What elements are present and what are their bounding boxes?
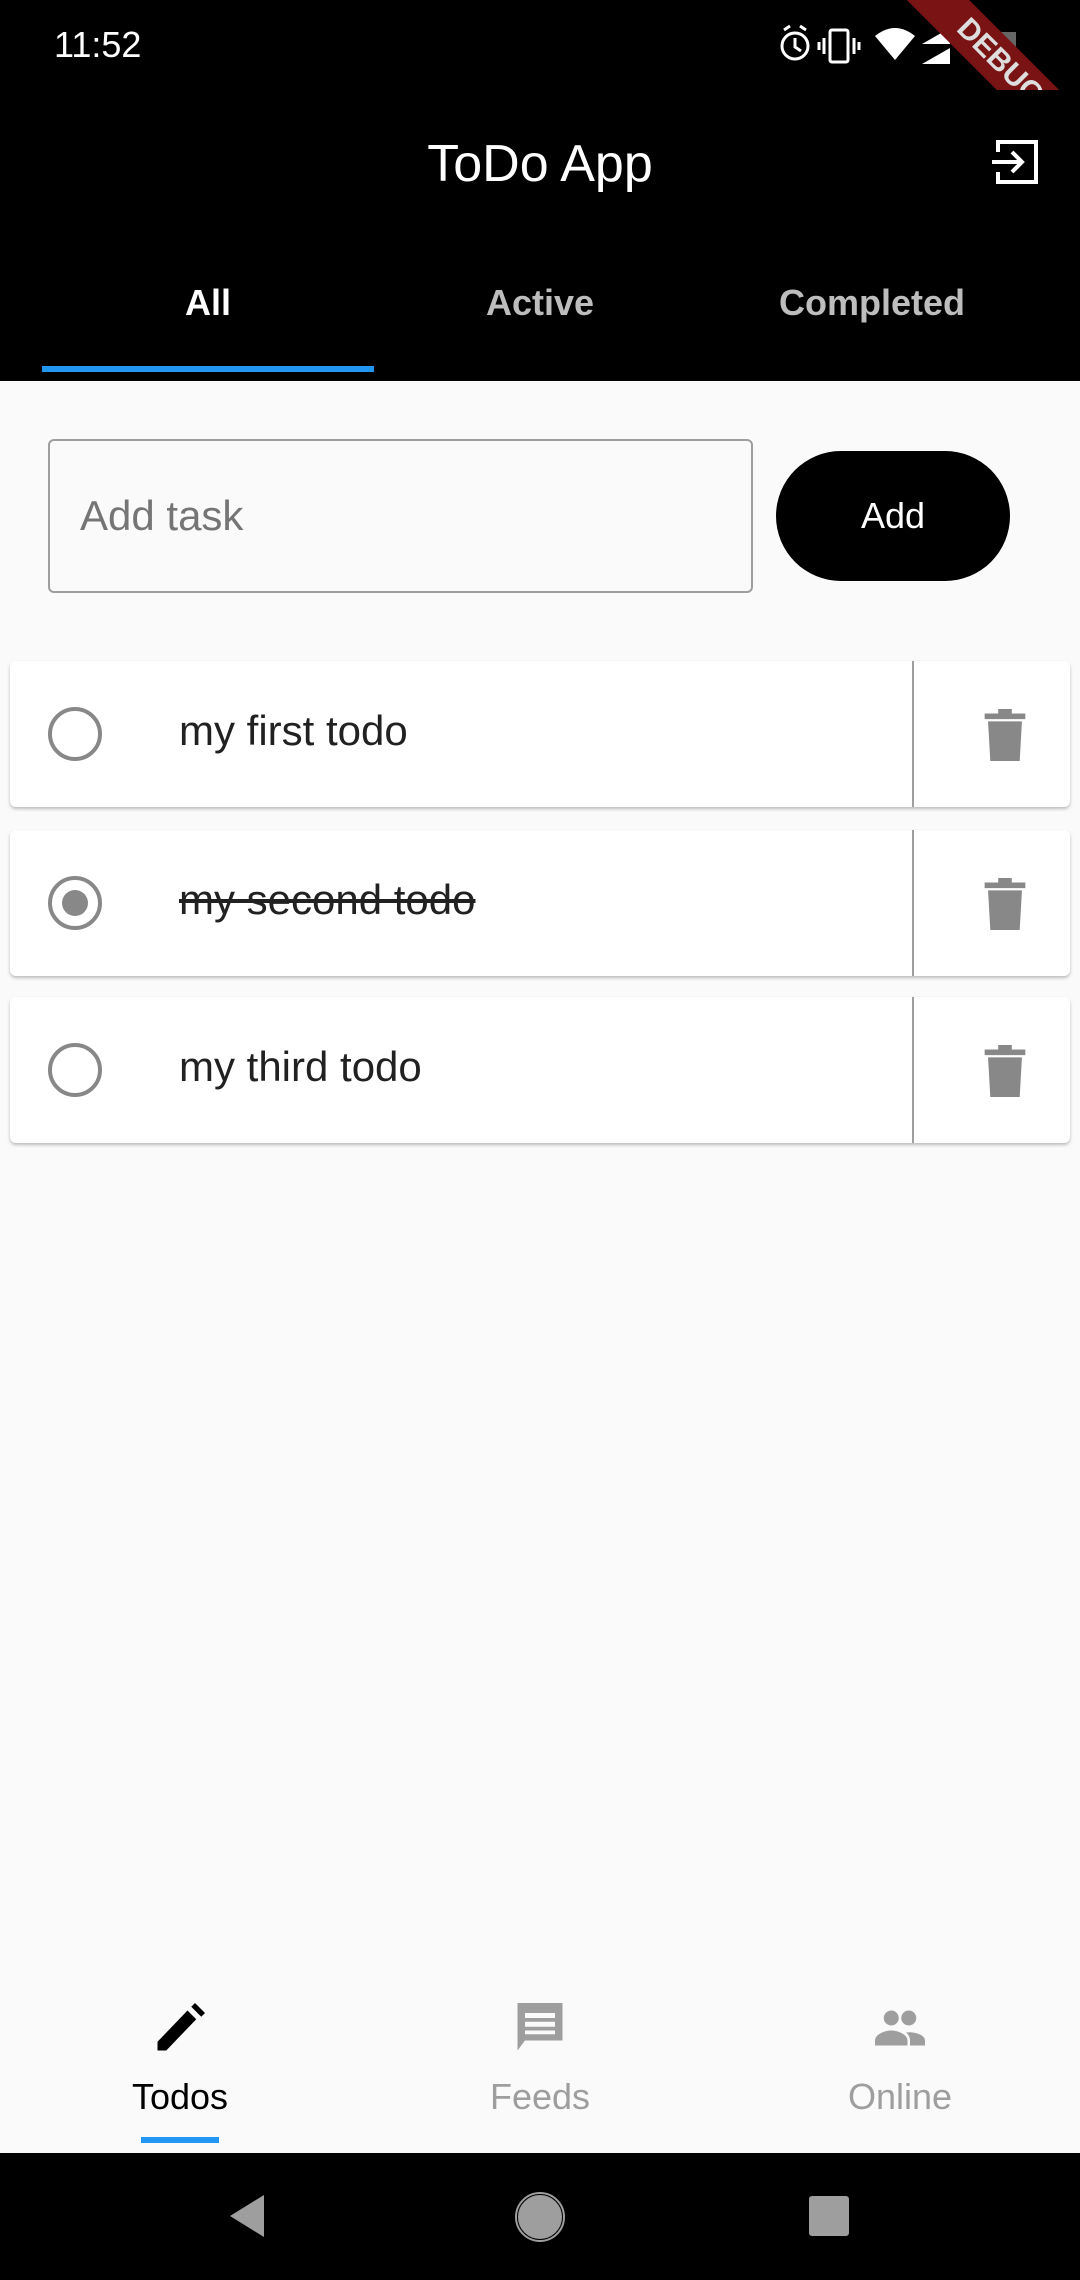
nav-indicator bbox=[141, 2137, 219, 2143]
nav-label: Todos bbox=[131, 2076, 229, 2117]
tab-all[interactable]: All bbox=[42, 282, 374, 324]
wifi-icon bbox=[875, 28, 915, 60]
status-time: 11:52 bbox=[54, 24, 142, 65]
delete-icon[interactable] bbox=[972, 709, 1038, 761]
todo-checkbox[interactable] bbox=[48, 1043, 102, 1097]
logout-icon[interactable] bbox=[990, 136, 1042, 188]
delete-icon[interactable] bbox=[972, 1045, 1038, 1097]
divider bbox=[912, 997, 914, 1143]
people-icon: svg[data-name=people-icon] *{fill:#9e9e9… bbox=[875, 2010, 925, 2046]
alarm-icon bbox=[780, 24, 810, 61]
home-icon[interactable] bbox=[514, 2191, 566, 2243]
divider bbox=[912, 661, 914, 807]
app-bar: ToDo App All Active Completed bbox=[0, 90, 1080, 381]
todo-text: my first todo bbox=[179, 707, 408, 754]
todo-item: my first todo bbox=[10, 661, 1070, 807]
nav-label: Online bbox=[847, 2076, 953, 2117]
vibrate-icon bbox=[817, 28, 861, 64]
recents-icon[interactable] bbox=[808, 2195, 850, 2237]
delete-icon[interactable] bbox=[972, 878, 1038, 930]
status-bar: 11:52 DEBUG bbox=[0, 0, 1080, 184]
chat-icon bbox=[517, 2003, 563, 2051]
tab-active[interactable]: Active bbox=[374, 282, 706, 324]
page-title: ToDo App bbox=[427, 135, 653, 193]
todo-item: my third todo bbox=[10, 997, 1070, 1143]
nav-online[interactable]: svg[data-name=people-icon] *{fill:#9e9e9… bbox=[720, 1948, 1080, 2153]
todo-item: my second todo bbox=[10, 830, 1070, 976]
nav-todos[interactable]: Todos bbox=[0, 1948, 360, 2153]
system-nav-bar bbox=[0, 2153, 1080, 2280]
todo-text: my second todo bbox=[179, 876, 476, 923]
todo-checkbox[interactable] bbox=[48, 707, 102, 761]
add-button[interactable]: Add bbox=[776, 451, 1010, 581]
pencil-icon bbox=[157, 2003, 205, 2051]
back-icon[interactable] bbox=[228, 2193, 266, 2239]
tab-indicator bbox=[42, 366, 374, 372]
bottom-nav: Todos Feeds svg[data-name=people-icon] *… bbox=[0, 1948, 1080, 2153]
add-task-input[interactable] bbox=[48, 439, 753, 593]
nav-feeds[interactable]: Feeds bbox=[360, 1948, 720, 2153]
nav-label: Feeds bbox=[489, 2076, 591, 2117]
todo-text: my third todo bbox=[179, 1043, 422, 1090]
divider bbox=[912, 830, 914, 976]
tab-completed[interactable]: Completed bbox=[706, 282, 1038, 324]
todo-checkbox[interactable] bbox=[48, 876, 102, 930]
